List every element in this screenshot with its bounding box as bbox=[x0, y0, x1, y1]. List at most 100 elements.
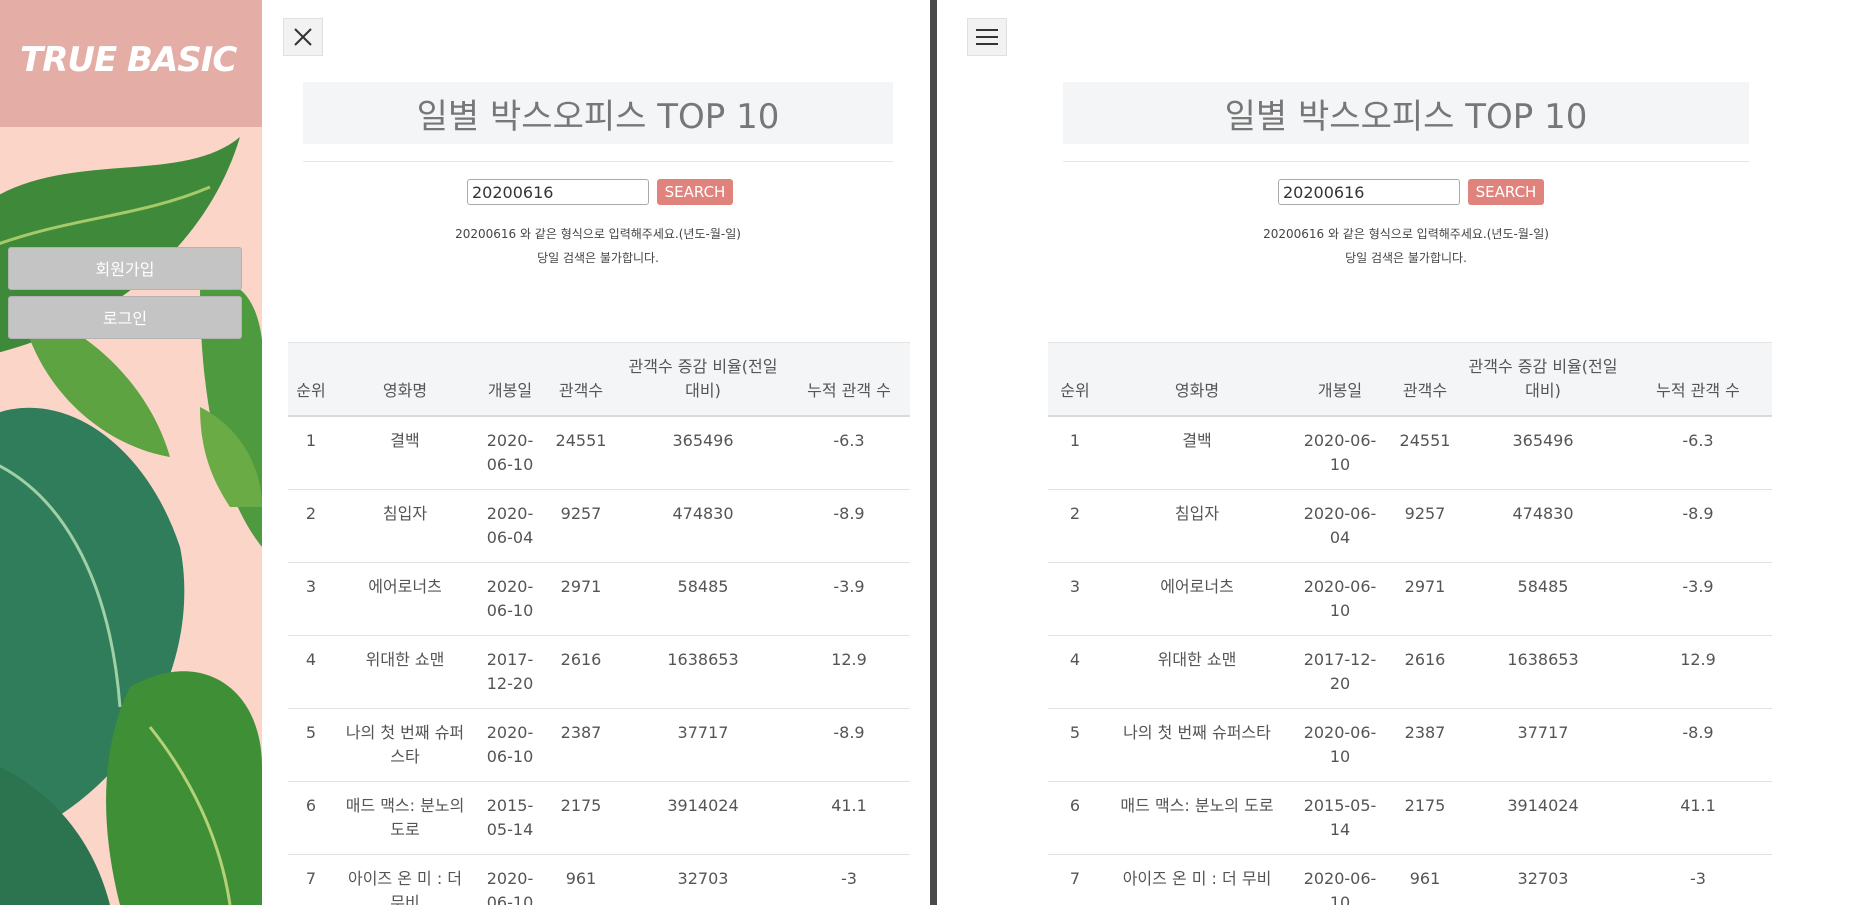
table-header-row: 순위 영화명 개봉일 관객수 관객수 증감 비율(전일대비) 누적 관객 수 bbox=[288, 342, 910, 417]
table-cell: 12.9 bbox=[788, 635, 910, 709]
leaf-background-image bbox=[0, 127, 262, 905]
table-cell: -3.9 bbox=[1624, 562, 1772, 636]
table-row: 4 위대한 쇼맨 2017-12-20 2616 1638653 12.9 bbox=[288, 635, 910, 709]
column-header: 개봉일 bbox=[1292, 342, 1388, 417]
menu-button[interactable] bbox=[967, 18, 1007, 56]
table-cell: 매드 맥스: 분노의 도로 bbox=[334, 781, 476, 855]
table-cell: 37717 bbox=[618, 708, 788, 782]
column-header: 관객수 증감 비율(전일대비) bbox=[1462, 342, 1624, 417]
search-hint-today: 당일 검색은 불가합니다. bbox=[1345, 251, 1467, 265]
table-cell: 32703 bbox=[618, 854, 788, 905]
date-search-input[interactable] bbox=[1278, 179, 1460, 205]
table-cell: 1638653 bbox=[618, 635, 788, 709]
brand-logo[interactable]: TRUE BASIC bbox=[20, 40, 237, 80]
table-cell: -3.9 bbox=[788, 562, 910, 636]
left-view: TRUE BASIC 회원가입 로그인 일별 박스오피스 TOP 10 SEAR… bbox=[0, 0, 930, 905]
login-button[interactable]: 로그인 bbox=[8, 296, 242, 339]
table-cell: 58485 bbox=[618, 562, 788, 636]
table-row: 1 결백 2020-06-10 24551 365496 -6.3 bbox=[288, 416, 910, 490]
search-button[interactable]: SEARCH bbox=[1468, 179, 1544, 205]
table-cell: 2175 bbox=[544, 781, 618, 855]
box-office-table: 순위 영화명 개봉일 관객수 관객수 증감 비율(전일대비) 누적 관객 수 1 결백 202… bbox=[1048, 342, 1772, 905]
table-cell: -6.3 bbox=[788, 416, 910, 490]
table-row: 2 침입자 2020-06-04 9257 474830 -8.9 bbox=[1048, 489, 1772, 563]
table-header-row: 순위 영화명 개봉일 관객수 관객수 증감 비율(전일대비) 누적 관객 수 bbox=[1048, 342, 1772, 417]
table-cell: 나의 첫 번째 슈퍼스타 bbox=[1102, 708, 1292, 782]
table-cell: 9257 bbox=[544, 489, 618, 563]
table-cell: -6.3 bbox=[1624, 416, 1772, 490]
column-header: 관객수 증감 비율(전일대비) bbox=[618, 342, 788, 417]
right-view: 일별 박스오피스 TOP 10 SEARCH 20200616 와 같은 형식으… bbox=[937, 0, 1854, 905]
table-cell: 2020-06-10 bbox=[476, 854, 544, 905]
table-cell: -8.9 bbox=[1624, 708, 1772, 782]
table-cell: 아이즈 온 미 : 더 무비 bbox=[334, 854, 476, 905]
box-office-table: 순위 영화명 개봉일 관객수 관객수 증감 비율(전일대비) 누적 관객 수 1 결백 202… bbox=[288, 342, 910, 905]
table-cell: 2971 bbox=[544, 562, 618, 636]
table-cell: 1 bbox=[288, 416, 334, 490]
hamburger-menu-icon bbox=[976, 29, 998, 45]
column-header: 누적 관객 수 bbox=[788, 342, 910, 417]
table-cell: 6 bbox=[288, 781, 334, 855]
table-cell: 매드 맥스: 분노의 도로 bbox=[1102, 781, 1292, 855]
table-cell: 7 bbox=[1048, 854, 1102, 905]
table-cell: 2 bbox=[1048, 489, 1102, 563]
date-search-input[interactable] bbox=[467, 179, 649, 205]
table-cell: 4 bbox=[288, 635, 334, 709]
table-cell: 3 bbox=[288, 562, 334, 636]
table-cell: 12.9 bbox=[1624, 635, 1772, 709]
table-cell: 961 bbox=[544, 854, 618, 905]
table-cell: 침입자 bbox=[1102, 489, 1292, 563]
column-header: 순위 bbox=[288, 342, 334, 417]
table-row: 4 위대한 쇼맨 2017-12-20 2616 1638653 12.9 bbox=[1048, 635, 1772, 709]
search-button[interactable]: SEARCH bbox=[657, 179, 733, 205]
table-cell: 32703 bbox=[1462, 854, 1624, 905]
table-cell: 41.1 bbox=[1624, 781, 1772, 855]
table-cell: 6 bbox=[1048, 781, 1102, 855]
table-cell: 에어로너츠 bbox=[334, 562, 476, 636]
table-cell: 474830 bbox=[1462, 489, 1624, 563]
table-cell: -8.9 bbox=[1624, 489, 1772, 563]
table-cell: 2020-06-10 bbox=[476, 562, 544, 636]
table-cell: 1 bbox=[1048, 416, 1102, 490]
table-row: 5 나의 첫 번째 슈퍼스타 2020-06-10 2387 37717 -8.9 bbox=[1048, 708, 1772, 782]
table-cell: 5 bbox=[288, 708, 334, 782]
table-row: 3 에어로너츠 2020-06-10 2971 58485 -3.9 bbox=[288, 562, 910, 636]
table-cell: 침입자 bbox=[334, 489, 476, 563]
table-cell: 41.1 bbox=[788, 781, 910, 855]
table-cell: -8.9 bbox=[788, 489, 910, 563]
table-cell: 58485 bbox=[1462, 562, 1624, 636]
signup-button[interactable]: 회원가입 bbox=[8, 247, 242, 290]
search-hint-format: 20200616 와 같은 형식으로 입력해주세요.(년도-월-일) bbox=[455, 227, 741, 241]
table-row: 3 에어로너츠 2020-06-10 2971 58485 -3.9 bbox=[1048, 562, 1772, 636]
table-cell: 2 bbox=[288, 489, 334, 563]
column-header: 순위 bbox=[1048, 342, 1102, 417]
table-cell: 5 bbox=[1048, 708, 1102, 782]
search-hint-format: 20200616 와 같은 형식으로 입력해주세요.(년도-월-일) bbox=[1263, 227, 1549, 241]
table-cell: 24551 bbox=[544, 416, 618, 490]
table-cell: 2020-06-10 bbox=[476, 708, 544, 782]
column-header: 영화명 bbox=[1102, 342, 1292, 417]
table-row: 5 나의 첫 번째 슈퍼스타 2020-06-10 2387 37717 -8.9 bbox=[288, 708, 910, 782]
table-cell: 24551 bbox=[1388, 416, 1462, 490]
table-cell: 2017-12-20 bbox=[1292, 635, 1388, 709]
table-cell: 3 bbox=[1048, 562, 1102, 636]
page-title: 일별 박스오피스 TOP 10 bbox=[1063, 82, 1749, 144]
close-sidebar-button[interactable] bbox=[283, 18, 323, 56]
table-row: 6 매드 맥스: 분노의 도로 2015-05-14 2175 3914024 41.1 bbox=[288, 781, 910, 855]
column-header: 개봉일 bbox=[476, 342, 544, 417]
table-cell: 961 bbox=[1388, 854, 1462, 905]
table-cell: -8.9 bbox=[788, 708, 910, 782]
table-cell: 4 bbox=[1048, 635, 1102, 709]
table-row: 2 침입자 2020-06-04 9257 474830 -8.9 bbox=[288, 489, 910, 563]
sidebar: TRUE BASIC 회원가입 로그인 bbox=[0, 0, 262, 905]
table-row: 1 결백 2020-06-10 24551 365496 -6.3 bbox=[1048, 416, 1772, 490]
search-hint-today: 당일 검색은 불가합니다. bbox=[537, 251, 659, 265]
table-cell: 2616 bbox=[1388, 635, 1462, 709]
table-cell: 2020-06-04 bbox=[1292, 489, 1388, 563]
table-cell: 2015-05-14 bbox=[1292, 781, 1388, 855]
title-divider bbox=[1063, 161, 1749, 162]
brand-header: TRUE BASIC bbox=[0, 0, 262, 127]
table-cell: 3914024 bbox=[618, 781, 788, 855]
column-header: 영화명 bbox=[334, 342, 476, 417]
table-cell: 2020-06-04 bbox=[476, 489, 544, 563]
